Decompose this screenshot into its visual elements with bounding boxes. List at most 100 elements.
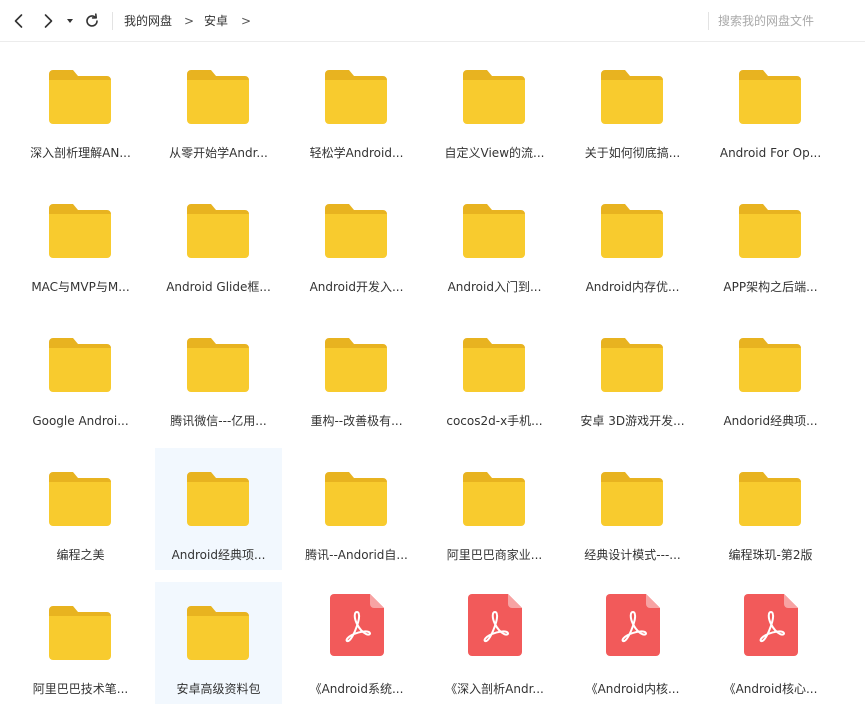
file-name: 深入剖析理解AN...	[30, 146, 131, 160]
history-dropdown[interactable]	[63, 11, 77, 31]
file-name: 从零开始学Andr...	[169, 146, 268, 160]
folder-item[interactable]: 阿里巴巴技术笔...	[17, 582, 144, 704]
folder-icon	[601, 338, 663, 392]
file-name: 腾讯--Andorid自...	[305, 548, 408, 562]
folder-item[interactable]: Android开发入...	[293, 180, 420, 302]
file-name: Android开发入...	[309, 280, 404, 294]
file-name: Android Glide框...	[166, 280, 271, 294]
file-name: 阿里巴巴商家业...	[446, 548, 543, 562]
breadcrumb-separator: >	[241, 14, 252, 28]
folder-item[interactable]: 腾讯--Andorid自...	[293, 448, 420, 570]
folder-icon	[49, 338, 111, 392]
toolbar: 我的网盘 > 安卓 >	[0, 0, 865, 42]
file-name: MAC与MVP与M...	[31, 280, 130, 294]
breadcrumb-android[interactable]: 安卓	[204, 13, 228, 29]
file-name: 自定义View的流...	[444, 146, 545, 160]
folder-item[interactable]: 从零开始学Andr...	[155, 46, 282, 168]
folder-item[interactable]: 轻松学Android...	[293, 46, 420, 168]
folder-icon	[601, 70, 663, 124]
folder-icon	[187, 70, 249, 124]
folder-item[interactable]: 关于如何彻底搞...	[569, 46, 696, 168]
search-input[interactable]	[718, 11, 848, 31]
search-divider	[708, 12, 709, 30]
file-name: 编程珠玑-第2版	[728, 548, 813, 562]
folder-icon	[325, 338, 387, 392]
folder-item[interactable]: MAC与MVP与M...	[17, 180, 144, 302]
folder-item[interactable]: 经典设计模式---...	[569, 448, 696, 570]
file-name: Andorid经典项...	[723, 414, 818, 428]
folder-item[interactable]: 腾讯微信---亿用...	[155, 314, 282, 436]
folder-icon	[463, 70, 525, 124]
file-name: 经典设计模式---...	[584, 548, 681, 562]
folder-icon	[187, 204, 249, 258]
folder-item[interactable]: APP架构之后端...	[707, 180, 834, 302]
folder-item[interactable]: 重构--改善极有...	[293, 314, 420, 436]
toolbar-divider	[112, 12, 113, 30]
file-name: Android内存优...	[585, 280, 680, 294]
file-name: Android For Op...	[719, 146, 822, 160]
folder-icon	[187, 472, 249, 526]
folder-item[interactable]: 深入剖析理解AN...	[17, 46, 144, 168]
folder-icon	[325, 204, 387, 258]
folder-icon	[739, 70, 801, 124]
folder-icon	[187, 606, 249, 660]
file-name: 编程之美	[56, 548, 105, 562]
pdf-icon	[330, 594, 384, 656]
file-item-pdf[interactable]: 《Android系统...	[293, 582, 420, 704]
breadcrumb-my-drive[interactable]: 我的网盘	[124, 13, 172, 29]
folder-item[interactable]: 安卓 3D游戏开发...	[569, 314, 696, 436]
breadcrumb-separator: >	[184, 14, 195, 28]
file-item-pdf[interactable]: 《Android内核...	[569, 582, 696, 704]
file-name: cocos2d-x手机...	[446, 414, 543, 428]
folder-item[interactable]: Android Glide框...	[155, 180, 282, 302]
folder-item[interactable]: 安卓高级资料包	[155, 582, 282, 704]
folder-icon	[325, 472, 387, 526]
back-button[interactable]	[9, 11, 29, 31]
pdf-icon	[468, 594, 522, 656]
folder-item[interactable]: 编程珠玑-第2版	[707, 448, 834, 570]
folder-item[interactable]: 阿里巴巴商家业...	[431, 448, 558, 570]
chevron-left-icon	[14, 14, 23, 28]
forward-button[interactable]	[38, 11, 58, 31]
folder-icon	[601, 204, 663, 258]
folder-item[interactable]: Andorid经典项...	[707, 314, 834, 436]
folder-item[interactable]: Android经典项...	[155, 448, 282, 570]
folder-icon	[325, 70, 387, 124]
folder-item[interactable]: Android For Op...	[707, 46, 834, 168]
folder-icon	[739, 204, 801, 258]
folder-icon	[49, 606, 111, 660]
file-name: Android入门到...	[447, 280, 542, 294]
file-name: 《Android核心...	[723, 682, 818, 696]
folder-icon	[739, 338, 801, 392]
folder-icon	[463, 472, 525, 526]
file-item-pdf[interactable]: 《深入剖析Andr...	[431, 582, 558, 704]
file-grid: 深入剖析理解AN... 从零开始学Andr... 轻松学Android... 自定义V…	[17, 46, 834, 710]
folder-item[interactable]: Android内存优...	[569, 180, 696, 302]
file-name: 安卓 3D游戏开发...	[580, 414, 685, 428]
folder-item[interactable]: 编程之美	[17, 448, 144, 570]
file-name: 《Android内核...	[585, 682, 680, 696]
folder-icon	[463, 204, 525, 258]
pdf-icon	[606, 594, 660, 656]
folder-item[interactable]: Google Androi...	[17, 314, 144, 436]
file-item-pdf[interactable]: 《Android核心...	[707, 582, 834, 704]
file-name: 腾讯微信---亿用...	[170, 414, 267, 428]
file-name: APP架构之后端...	[723, 280, 818, 294]
file-name: 关于如何彻底搞...	[584, 146, 681, 160]
chevron-right-icon	[44, 14, 53, 28]
file-name: 重构--改善极有...	[310, 414, 403, 428]
folder-icon	[49, 70, 111, 124]
refresh-icon	[86, 13, 98, 27]
folder-icon	[739, 472, 801, 526]
file-name: 《深入剖析Andr...	[445, 682, 544, 696]
file-name: 轻松学Android...	[309, 146, 404, 160]
folder-item[interactable]: cocos2d-x手机...	[431, 314, 558, 436]
file-name: 阿里巴巴技术笔...	[32, 682, 129, 696]
folder-icon	[49, 204, 111, 258]
caret-down-icon	[67, 19, 73, 23]
refresh-button[interactable]	[82, 11, 102, 31]
folder-icon	[463, 338, 525, 392]
file-name: Google Androi...	[32, 414, 129, 428]
folder-item[interactable]: 自定义View的流...	[431, 46, 558, 168]
folder-item[interactable]: Android入门到...	[431, 180, 558, 302]
